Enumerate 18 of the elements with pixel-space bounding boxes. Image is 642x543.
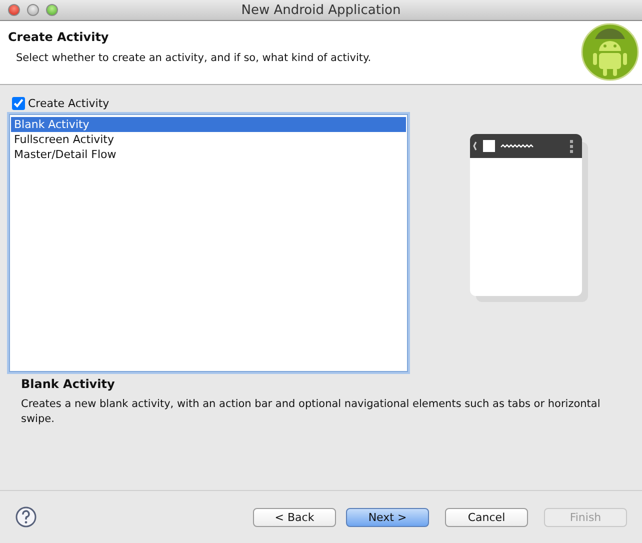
dialog-button[interactable]: < Back	[253, 508, 336, 526]
android-icon	[581, 23, 639, 81]
checkbox-label: Create Activity	[28, 97, 110, 110]
activity-description: Creates a new blank activity, with an action bar and optional navigational elements such as tabs or horizontal swipe.	[21, 397, 602, 427]
close-icon[interactable]	[8, 4, 20, 16]
activity-item[interactable]: Fullscreen Activity	[11, 132, 406, 147]
activity-title: Blank Activity	[21, 377, 116, 391]
minimize-icon[interactable]	[27, 4, 39, 16]
activity-item[interactable]: Master/Detail Flow	[11, 147, 406, 162]
window-title: New Android Application	[241, 2, 401, 18]
help-icon[interactable]	[15, 506, 37, 528]
page-subtitle: Select whether to create an activity, and if so, what kind of activity.	[15, 52, 372, 64]
dialog-button[interactable]: Next >	[346, 508, 429, 526]
create-activity-checkbox[interactable]	[12, 97, 25, 110]
zoom-icon[interactable]	[46, 4, 58, 16]
activity-item[interactable]: Blank Activity	[11, 117, 406, 132]
page-title: Create Activity	[8, 30, 110, 44]
dialog-button[interactable]: Cancel	[445, 508, 528, 526]
